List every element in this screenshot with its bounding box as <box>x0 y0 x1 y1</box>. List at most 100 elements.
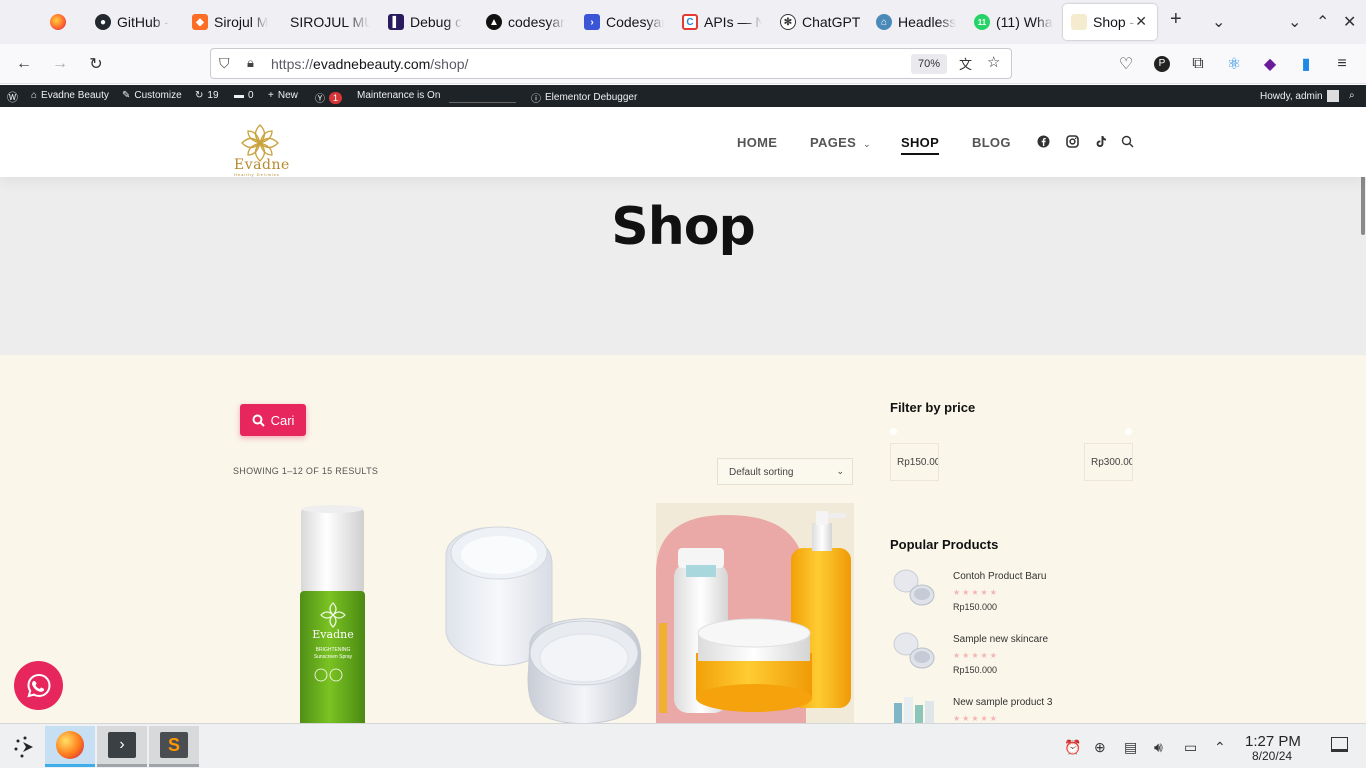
back-icon[interactable]: ← <box>14 54 34 74</box>
updates-icon: ↻ <box>195 90 204 101</box>
clipboard-icon[interactable]: ▤ <box>1124 739 1137 756</box>
comment-icon: ▬ <box>234 90 244 101</box>
popular-product-name[interactable]: Contoh Product Baru <box>953 571 1046 582</box>
minimize-icon[interactable]: ⌄ <box>1288 12 1301 32</box>
show-desktop-icon[interactable] <box>1331 737 1348 752</box>
notifications-bell-icon[interactable]: ⏰ <box>1064 739 1081 756</box>
tab-headless[interactable]: ⌂ Headless <box>876 4 956 40</box>
site-logo[interactable]: Evadne Healthy Delimiss <box>232 121 289 177</box>
github-icon: ● <box>95 14 111 30</box>
product-image-jar[interactable] <box>444 503 642 723</box>
close-tab-icon[interactable]: ✕ <box>1135 13 1147 30</box>
wp-search-icon[interactable]: ⌕ <box>1349 90 1355 101</box>
tab-label: (11) Wha <box>996 14 1053 30</box>
url-text[interactable]: https://evadnebeauty.com/shop/ <box>271 56 468 72</box>
facebook-icon[interactable] <box>1037 135 1050 151</box>
product-image-sunscreen[interactable]: Evadne BRIGHTENING Sunscreen Spray <box>233 503 430 723</box>
svg-text:BRIGHTENING: BRIGHTENING <box>316 647 351 653</box>
tracking-shield-icon[interactable]: ⛉ <box>219 55 230 72</box>
tab-label: GitHub - <box>117 14 170 30</box>
update-icon[interactable]: ⊕ <box>1094 739 1106 756</box>
wp-comments-link[interactable]: ▬ 0 <box>234 90 254 101</box>
menu-hamburger-icon[interactable]: ≡ <box>1332 54 1352 74</box>
wp-maintenance-link[interactable]: Maintenance is On <box>357 90 440 101</box>
tab-firefox-view[interactable] <box>50 4 72 40</box>
svg-text:Evadne: Evadne <box>312 628 353 641</box>
price-slider-max-handle[interactable] <box>1125 428 1132 435</box>
wp-account-link[interactable]: Howdy, admin <box>1260 90 1339 102</box>
tab-sirojul[interactable]: SIROJUL MU <box>290 4 370 40</box>
wp-customize-link[interactable]: ✎ Customize <box>122 90 182 101</box>
bookmark-star-icon[interactable]: ☆ <box>987 53 1000 71</box>
tab-codesyar-2[interactable]: › Codesyar <box>584 4 664 40</box>
url-domain: evadnebeauty.com <box>313 56 431 72</box>
sort-select[interactable]: Default sorting ⌄ <box>717 458 853 485</box>
wp-yoast-link[interactable]: Ⓨ 1 <box>315 90 343 105</box>
tab-apis[interactable]: C APIs — N <box>682 4 762 40</box>
list-item[interactable]: New sample product 3 ★★★★★ <box>890 693 1135 723</box>
list-item[interactable]: Contoh Product Baru ★★★★★ Rp150.000 <box>890 567 1135 619</box>
menu-home[interactable]: HOME <box>737 135 777 150</box>
menu-shop[interactable]: SHOP <box>901 135 940 155</box>
list-item[interactable]: Sample new skincare ★★★★★ Rp150.000 <box>890 630 1135 682</box>
wordpress-icon[interactable]: Ⓦ <box>7 89 18 105</box>
translate-icon[interactable]: 文 <box>959 54 972 73</box>
wp-debugger-link[interactable]: ⓘ Elementor Debugger <box>531 90 637 105</box>
taskbar-sublime[interactable]: S <box>149 726 199 767</box>
menu-blog[interactable]: BLOG <box>972 135 1011 150</box>
tab-debug[interactable]: ▌ Debug c <box>388 4 468 40</box>
extensions-icon[interactable]: ⧉ <box>1188 54 1208 74</box>
taskbar-terminal[interactable]: › <box>97 726 147 767</box>
rating-stars: ★★★★★ <box>953 651 999 660</box>
tray-expand-icon[interactable]: ⌃ <box>1214 739 1226 756</box>
reload-icon[interactable]: ↻ <box>86 54 106 74</box>
maximize-icon[interactable]: ⌃ <box>1316 12 1329 32</box>
popular-product-name[interactable]: Sample new skincare <box>953 634 1048 645</box>
tab-gitlab[interactable]: ◆ Sirojul M <box>192 4 272 40</box>
extension-badge-icon[interactable]: ◆ <box>1260 54 1280 74</box>
container-icon[interactable]: ▮ <box>1296 54 1316 74</box>
volume-icon[interactable]: 🔊︎ <box>1154 739 1163 756</box>
wp-updates-link[interactable]: ↻ 19 <box>195 90 219 101</box>
yoast-badge: 1 <box>329 91 343 104</box>
lock-icon[interactable]: 🔒︎ <box>247 55 254 71</box>
search-button[interactable]: Cari <box>240 404 306 436</box>
taskbar-firefox[interactable] <box>45 726 95 767</box>
pocket-icon[interactable]: ♡ <box>1116 54 1136 74</box>
wp-site-link[interactable]: ⌂ Evadne Beauty <box>31 90 109 101</box>
network-icon[interactable]: ▭ <box>1184 739 1197 756</box>
wp-new-link[interactable]: + New <box>268 90 298 101</box>
profile-p-icon[interactable]: P <box>1154 56 1170 72</box>
react-devtools-icon[interactable]: ⚛ <box>1224 54 1244 74</box>
yoast-icon: Ⓨ <box>315 94 325 105</box>
wp-comments-count: 0 <box>248 90 254 101</box>
menu-pages-label: PAGES <box>810 135 857 150</box>
firefox-icon <box>56 731 84 759</box>
tab-whatsapp[interactable]: 11 (11) Wha <box>974 4 1054 40</box>
price-slider-min-handle[interactable] <box>890 428 897 435</box>
tab-shop-active[interactable]: Shop - ✕ <box>1063 4 1157 40</box>
new-tab-icon[interactable]: + <box>1170 8 1182 31</box>
clock-time[interactable]: 1:27 PM <box>1245 733 1301 750</box>
wp-new-label: New <box>277 90 298 101</box>
list-tabs-icon[interactable]: ⌄ <box>1212 12 1225 32</box>
clock-date[interactable]: 8/20/24 <box>1252 749 1292 763</box>
results-count: SHOWING 1–12 OF 15 RESULTS <box>233 466 379 476</box>
forward-icon[interactable]: → <box>50 54 70 74</box>
price-max-input[interactable]: Rp300.000 <box>1084 443 1133 481</box>
instagram-icon[interactable] <box>1066 135 1079 151</box>
whatsapp-chat-button[interactable] <box>14 661 63 710</box>
app-launcher-icon[interactable] <box>0 726 50 767</box>
tab-chatgpt[interactable]: ✻ ChatGPT <box>780 4 860 40</box>
price-min-input[interactable]: Rp150.000 <box>890 443 939 481</box>
menu-pages[interactable]: PAGES ⌄ <box>810 135 871 150</box>
tab-codesyar-1[interactable]: ▲ codesyar <box>486 4 566 40</box>
popular-product-name[interactable]: New sample product 3 <box>953 697 1053 708</box>
zoom-badge[interactable]: 70% <box>911 54 947 74</box>
tab-github[interactable]: ● GitHub - <box>95 4 175 40</box>
search-icon[interactable] <box>1121 135 1134 151</box>
tiktok-icon[interactable] <box>1095 135 1107 151</box>
product-image-cosmetic-set[interactable] <box>656 503 854 723</box>
url-bar[interactable]: ⛉ 🔒︎ https://evadnebeauty.com/shop/ 70% … <box>210 48 1012 79</box>
close-window-icon[interactable]: ✕ <box>1343 12 1356 32</box>
